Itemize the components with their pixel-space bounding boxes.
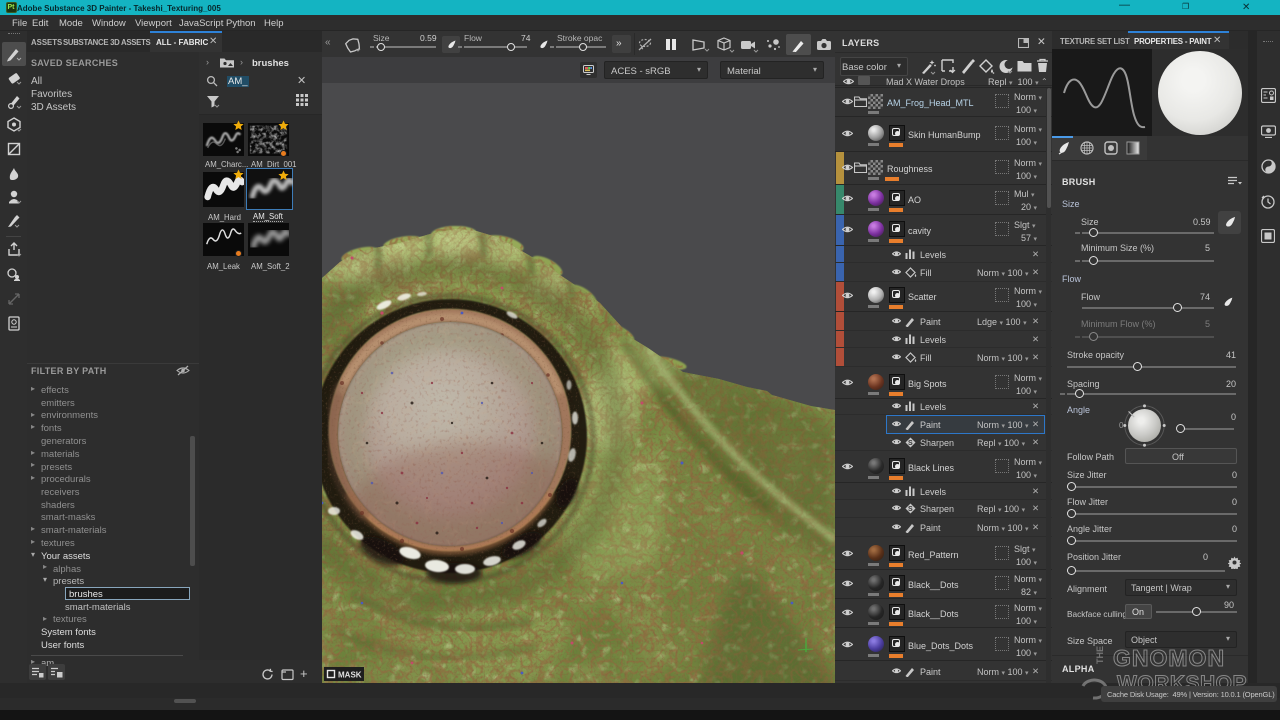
svg-text:MASK: MASK xyxy=(338,671,362,680)
svg-text:S: S xyxy=(908,440,913,447)
svg-text:S: S xyxy=(908,506,913,513)
svg-text:THE: THE xyxy=(1095,646,1105,664)
svg-text:GNOMON: GNOMON xyxy=(1113,645,1225,671)
